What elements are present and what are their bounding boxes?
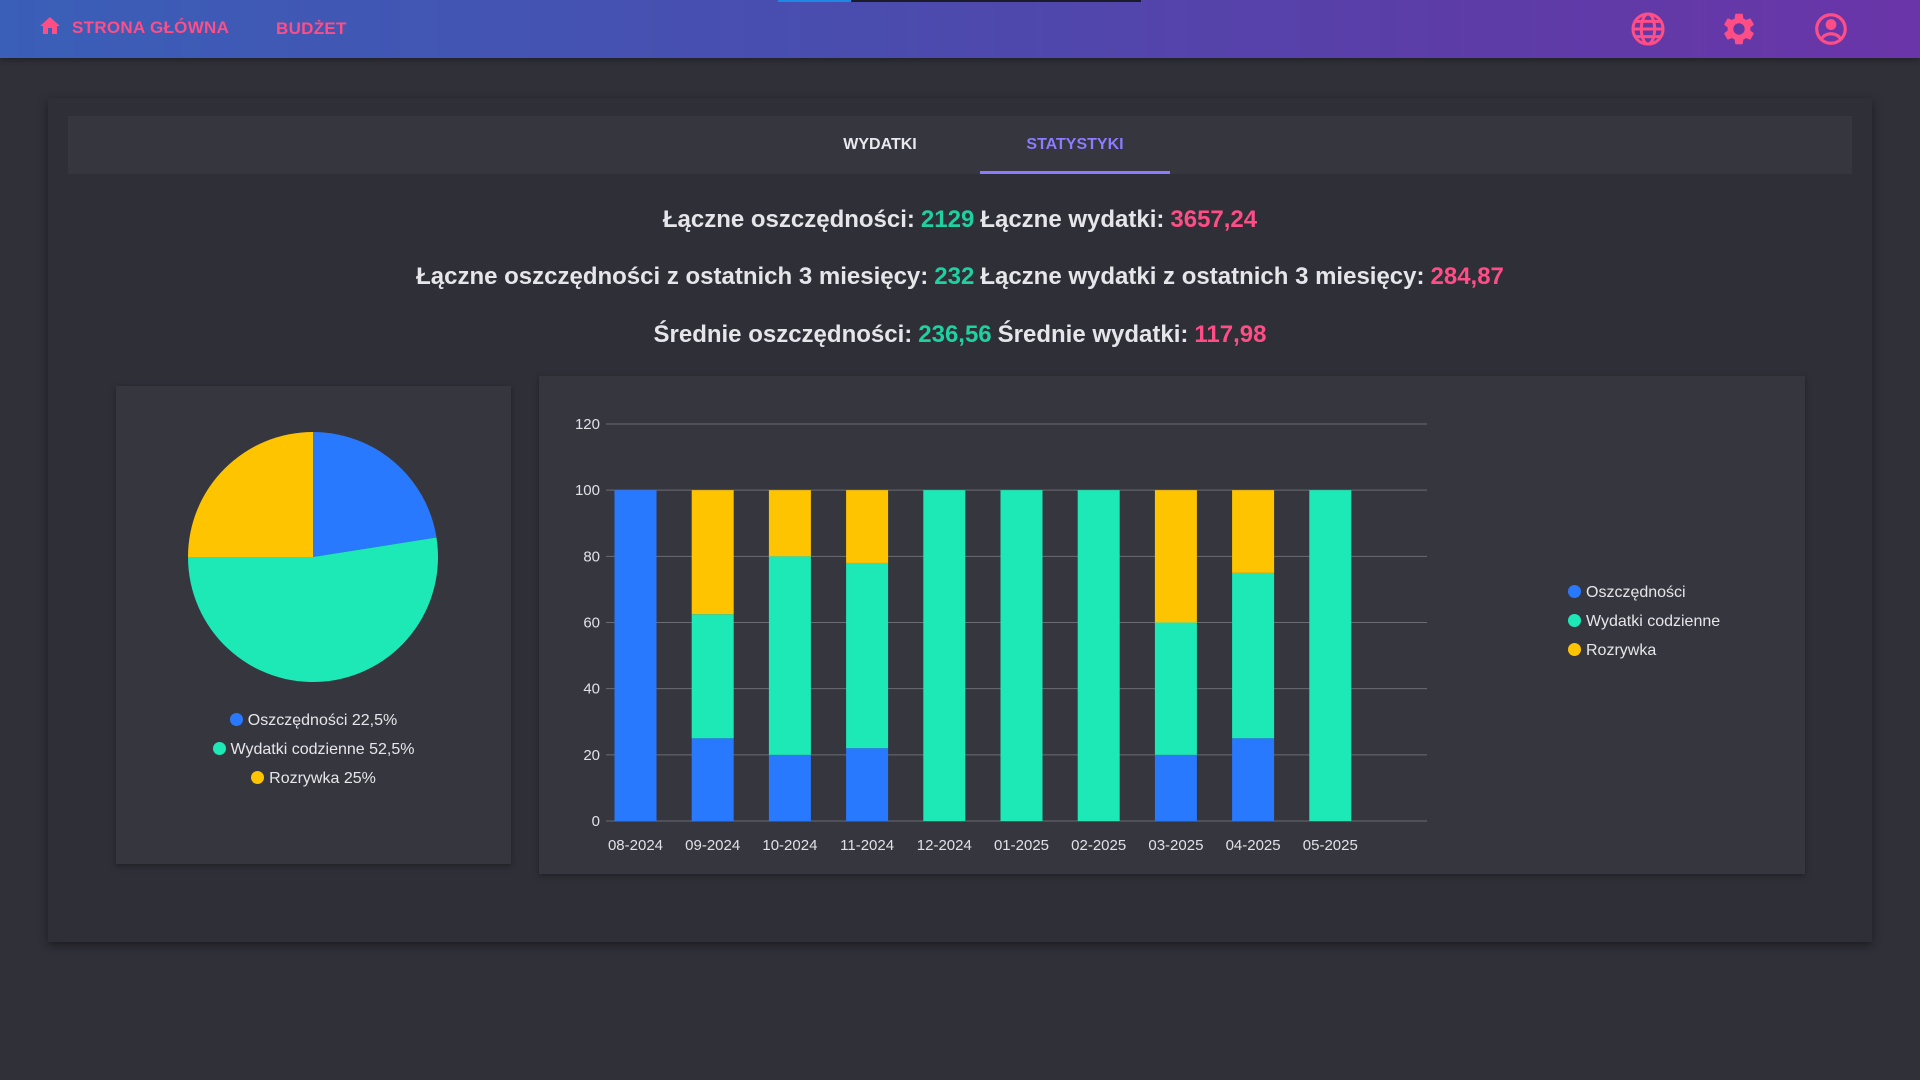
x-tick-label: 09-2024 — [685, 837, 740, 854]
total-savings-value: 2129 — [920, 206, 975, 233]
y-tick-label: 80 — [583, 548, 600, 565]
pie-legend-label: Oszczędności 22,5% — [247, 712, 398, 729]
bar-legend: Oszczędności Wydatki codzienne Rozrywka — [1568, 578, 1720, 665]
total-savings-label: Łączne oszczędności: — [662, 206, 915, 233]
nav-home-label: STRONA GŁÓWNA — [72, 18, 230, 37]
bar-segment[interactable] — [614, 490, 657, 821]
top-app-bar: STRONA GŁÓWNA BUDŻET — [0, 0, 1920, 58]
total-expenses-value: 3657,24 — [1170, 206, 1258, 233]
y-tick-label: 120 — [575, 416, 600, 433]
y-tick-label: 20 — [583, 747, 600, 764]
stats-average-row: Średnie oszczędności: 236,56 Średnie wydat… — [48, 321, 1872, 349]
home-icon — [38, 14, 62, 43]
x-tick-label: 02-2025 — [1071, 837, 1126, 854]
bar-chart-card: 0 20 40 60 80 100 120 08-2024 09-2024 10-2024 11-2… — [539, 376, 1805, 874]
pie-chart — [188, 432, 438, 683]
bar-segment[interactable] — [1154, 490, 1197, 623]
bar-segment[interactable] — [1309, 490, 1352, 821]
bar-segment[interactable] — [768, 754, 811, 821]
bar-segment[interactable] — [1232, 738, 1275, 821]
loading-progress-bar — [778, 0, 851, 2]
pie-slice-fun[interactable] — [188, 432, 313, 557]
tab-bar: WYDATKI STATYSTYKI — [68, 116, 1852, 174]
legend-swatch — [212, 742, 226, 755]
settings-button[interactable] — [1720, 10, 1758, 48]
loading-progress-track — [851, 0, 1141, 2]
globe-icon — [1629, 12, 1667, 52]
x-tick-label: 05-2025 — [1303, 837, 1358, 854]
bar-segment[interactable] — [691, 614, 734, 739]
legend-swatch — [1568, 614, 1581, 627]
expenses-3m-value: 284,87 — [1430, 263, 1504, 290]
bar-segment[interactable] — [923, 490, 966, 821]
tab-statistics[interactable]: STATYSTYKI — [980, 116, 1170, 174]
bar-legend-label: Rozrywka — [1586, 642, 1657, 659]
expenses-3m-label: Łączne wydatki z ostatnich 3 miesięcy: — [980, 263, 1425, 290]
bar-legend-item-savings[interactable]: Oszczędności — [1568, 578, 1720, 607]
legend-swatch — [229, 713, 243, 726]
active-tab-indicator — [980, 171, 1170, 174]
account-circle-icon — [1812, 13, 1850, 52]
x-tick-label: 10-2024 — [762, 837, 817, 854]
avg-savings-value: 236,56 — [918, 321, 992, 348]
statistics-card: WYDATKI STATYSTYKI Łączne oszczędności: 2… — [48, 98, 1872, 942]
bar-legend-item-fun[interactable]: Rozrywka — [1568, 636, 1720, 665]
pie-legend: Oszczędności 22,5% Wydatki codzienne 52,… — [116, 706, 511, 793]
y-tick-label: 60 — [583, 615, 600, 632]
pie-chart-card: Oszczędności 22,5% Wydatki codzienne 52,… — [116, 386, 511, 864]
savings-3m-value: 232 — [934, 263, 975, 290]
bar-legend-item-daily[interactable]: Wydatki codzienne — [1568, 607, 1720, 636]
x-tick-label: 11-2024 — [840, 837, 894, 854]
account-button[interactable] — [1812, 10, 1850, 48]
bar-segment[interactable] — [1232, 572, 1275, 739]
x-tick-label: 04-2025 — [1226, 837, 1281, 854]
stacked-bar-chart: 0 20 40 60 80 100 120 08-2024 09-2024 10-2024 11-2… — [575, 416, 1427, 854]
bar-segment[interactable] — [1154, 622, 1197, 755]
bar-segment[interactable] — [1232, 490, 1275, 573]
gear-icon — [1720, 13, 1758, 52]
bar-segment[interactable] — [846, 562, 889, 749]
x-tick-label: 08-2024 — [608, 837, 663, 854]
pie-legend-item-daily[interactable]: Wydatki codzienne 52,5% — [116, 735, 511, 764]
legend-swatch — [1568, 643, 1581, 656]
pie-legend-item-savings[interactable]: Oszczędności 22,5% — [116, 706, 511, 735]
pie-legend-label: Wydatki codzienne 52,5% — [230, 741, 415, 758]
avg-savings-label: Średnie oszczędności: — [653, 321, 913, 348]
avg-expenses-label: Średnie wydatki: — [997, 321, 1189, 348]
bar-segment[interactable] — [846, 490, 889, 563]
bar-segment[interactable] — [691, 738, 734, 821]
stats-3months-row: Łączne oszczędności z ostatnich 3 miesię… — [48, 263, 1872, 291]
bar-legend-label: Oszczędności — [1586, 584, 1686, 601]
tab-statistics-label: STATYSTYKI — [1026, 136, 1124, 153]
language-button[interactable] — [1629, 10, 1667, 48]
legend-swatch — [1568, 585, 1581, 598]
bar-segment[interactable] — [1000, 490, 1043, 821]
total-expenses-label: Łączne wydatki: — [980, 206, 1165, 233]
x-tick-label: 03-2025 — [1148, 837, 1203, 854]
bar-segment[interactable] — [846, 748, 889, 821]
pie-slice-savings[interactable] — [313, 432, 437, 557]
nav-budget-link[interactable]: BUDŻET — [276, 19, 347, 39]
bar-segment[interactable] — [768, 490, 811, 557]
bar-legend-label: Wydatki codzienne — [1586, 613, 1721, 630]
y-tick-label: 100 — [575, 482, 600, 499]
nav-home-link[interactable]: STRONA GŁÓWNA — [38, 16, 229, 40]
legend-swatch — [251, 771, 265, 784]
y-tick-label: 40 — [583, 681, 600, 698]
pie-slice-daily[interactable] — [188, 537, 438, 683]
savings-3m-label: Łączne oszczędności z ostatnich 3 miesię… — [416, 263, 929, 290]
pie-legend-label: Rozrywka 25% — [269, 770, 376, 787]
y-tick-label: 0 — [592, 813, 600, 830]
bar-segment[interactable] — [768, 556, 811, 755]
x-tick-label: 12-2024 — [917, 837, 972, 854]
avg-expenses-value: 117,98 — [1194, 321, 1267, 348]
stats-totals-row: Łączne oszczędności: 2129 Łączne wydatki: 3… — [48, 206, 1872, 234]
bar-segment[interactable] — [1154, 754, 1197, 821]
x-tick-label: 01-2025 — [994, 837, 1049, 854]
bar-segment[interactable] — [1077, 490, 1120, 821]
tab-expenses[interactable]: WYDATKI — [830, 116, 930, 174]
bar-segment[interactable] — [691, 490, 734, 615]
pie-legend-item-fun[interactable]: Rozrywka 25% — [116, 764, 511, 793]
